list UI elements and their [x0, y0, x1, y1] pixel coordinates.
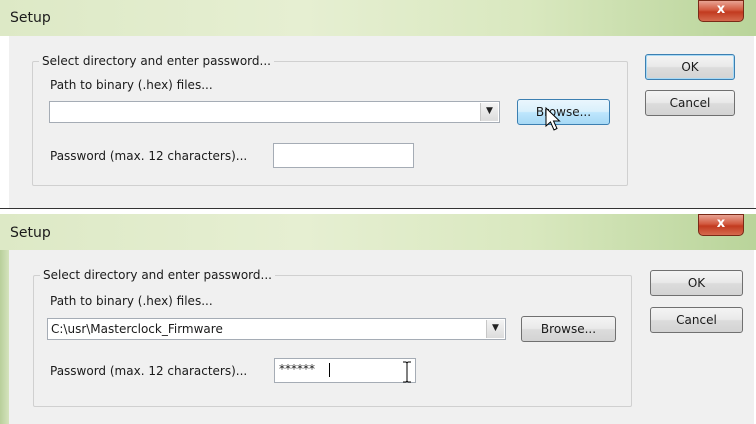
dialog-title: Setup: [10, 10, 51, 26]
setup-dialog-empty: Setup x Select directory and enter passw…: [0, 0, 756, 208]
password-field[interactable]: ******: [274, 358, 416, 383]
browse-button[interactable]: Browse...: [517, 99, 610, 125]
cancel-button[interactable]: Cancel: [650, 307, 743, 333]
close-icon: x: [716, 2, 726, 17]
ok-button[interactable]: OK: [650, 270, 743, 296]
dropdown-button[interactable]: ▼: [480, 103, 498, 121]
path-value: C:\usr\Masterclock_Firmware: [51, 322, 223, 336]
password-label: Password (max. 12 characters)...: [50, 364, 248, 378]
browse-button[interactable]: Browse...: [521, 316, 616, 342]
close-icon: x: [716, 216, 726, 231]
password-value: ******: [279, 362, 315, 376]
text-caret: [329, 363, 330, 377]
group-label: Select directory and enter password...: [39, 54, 274, 68]
path-label: Path to binary (.hex) files...: [50, 78, 213, 92]
dialog-body: Select directory and enter password... P…: [9, 36, 754, 208]
dialog-title: Setup: [10, 225, 51, 241]
password-field[interactable]: [273, 143, 414, 168]
path-combobox[interactable]: ▼: [49, 101, 500, 123]
dialog-body: Select directory and enter password... P…: [9, 250, 754, 424]
close-button[interactable]: x: [698, 0, 744, 22]
title-bar: Setup x: [0, 0, 756, 36]
cancel-button[interactable]: Cancel: [645, 90, 735, 116]
dropdown-button[interactable]: ▼: [486, 320, 504, 338]
password-label: Password (max. 12 characters)...: [50, 149, 248, 163]
setup-dialog-filled: Setup x Select directory and enter passw…: [0, 214, 756, 424]
chevron-down-icon: ▼: [486, 106, 493, 116]
mouse-pointer-icon: [545, 107, 561, 131]
path-combobox[interactable]: C:\usr\Masterclock_Firmware ▼: [47, 318, 506, 340]
path-label: Path to binary (.hex) files...: [50, 294, 213, 308]
group-label: Select directory and enter password...: [40, 268, 275, 282]
text-cursor-icon: [403, 361, 411, 383]
chevron-down-icon: ▼: [492, 323, 499, 333]
title-bar: Setup x: [0, 214, 756, 250]
close-button[interactable]: x: [698, 214, 744, 236]
ok-button[interactable]: OK: [645, 54, 735, 80]
